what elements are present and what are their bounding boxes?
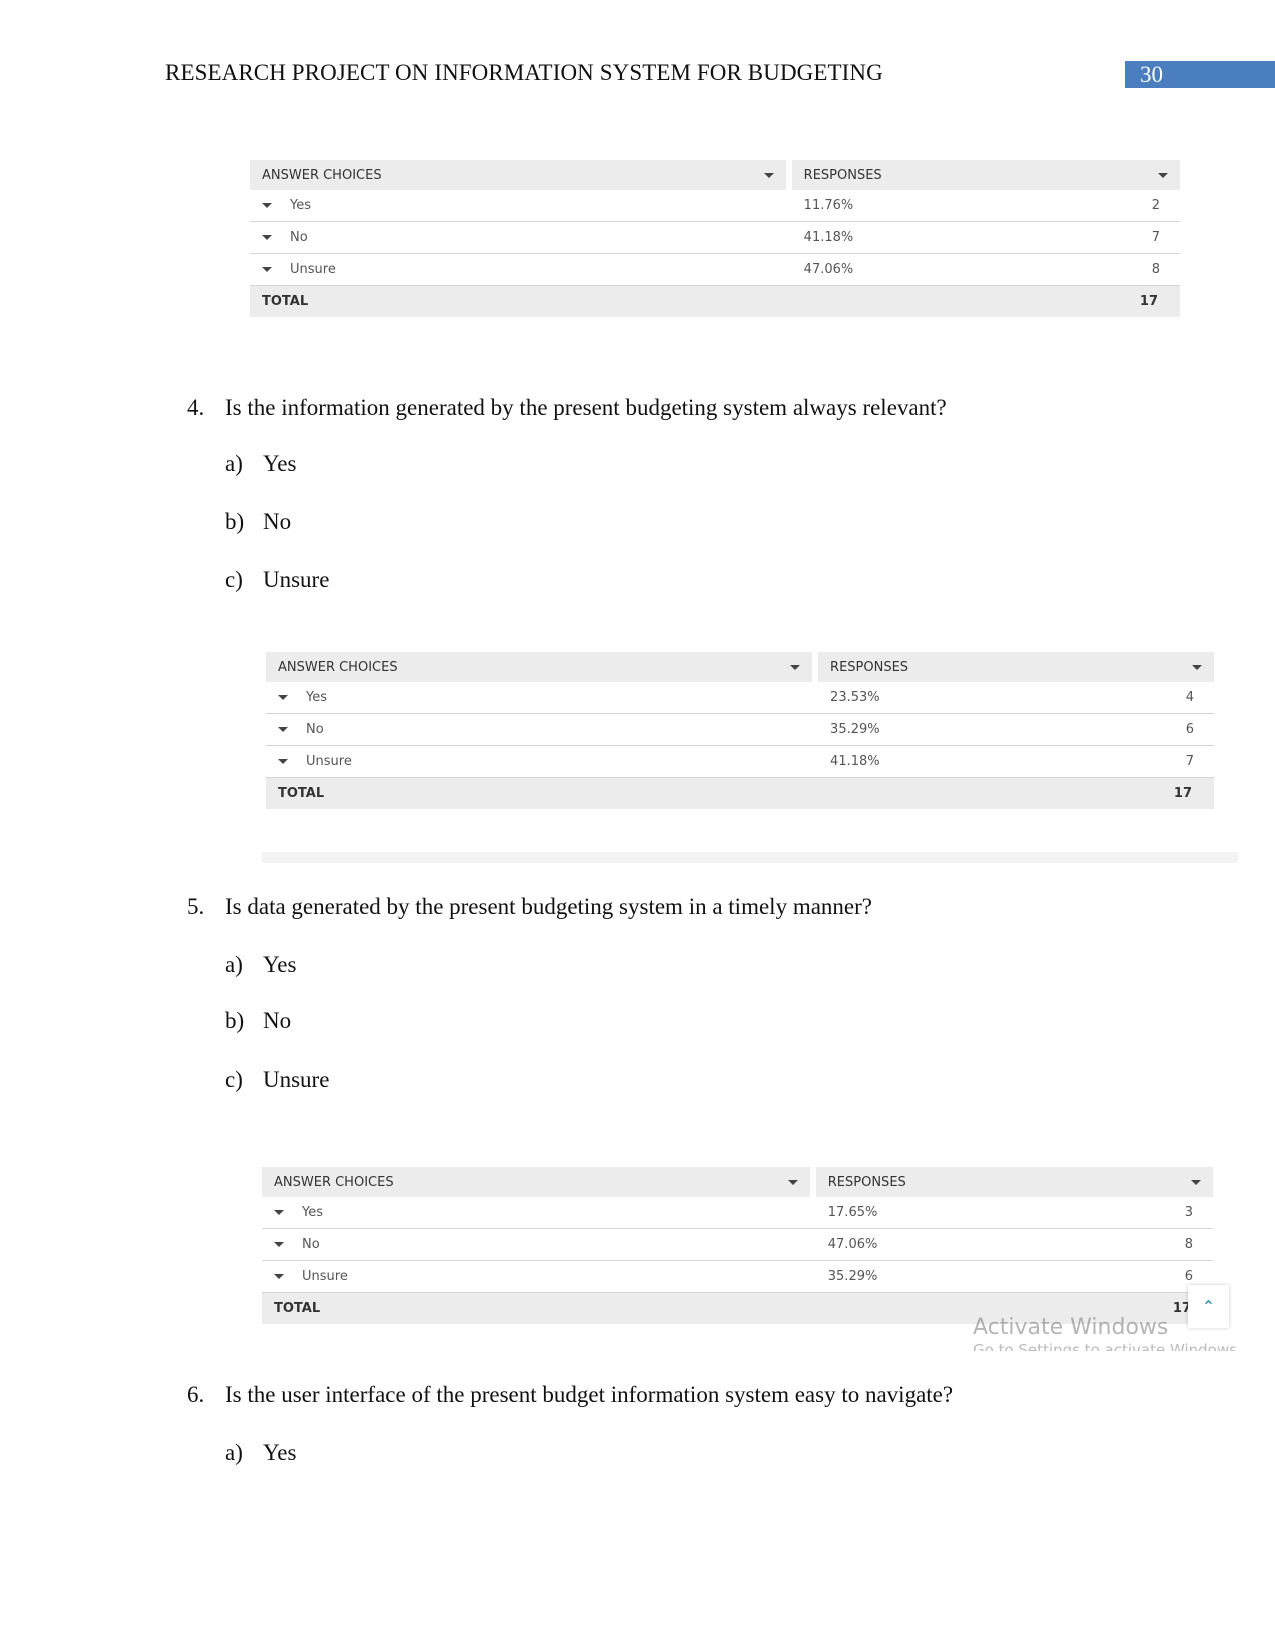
table-row: No 35.29% 6 bbox=[266, 714, 1214, 746]
response-count: 6 bbox=[1185, 722, 1194, 737]
total-count: 17 bbox=[1139, 294, 1158, 309]
caret-down-icon[interactable] bbox=[262, 203, 272, 208]
response-count: 7 bbox=[1185, 754, 1194, 769]
chevron-up-icon: ⌃ bbox=[1201, 1297, 1216, 1316]
response-percent: 41.18% bbox=[830, 754, 880, 769]
caret-down-icon[interactable] bbox=[1192, 664, 1202, 670]
response-count: 6 bbox=[1184, 1269, 1193, 1284]
caret-down-icon[interactable] bbox=[274, 1210, 284, 1215]
table-row: Yes 17.65% 3 bbox=[262, 1197, 1213, 1229]
total-row: TOTAL 17 bbox=[266, 778, 1214, 809]
response-percent: 11.76% bbox=[803, 198, 854, 213]
caret-down-icon[interactable] bbox=[274, 1242, 284, 1247]
activate-windows-watermark: Activate Windows bbox=[973, 1315, 1169, 1340]
answer-option: b) No bbox=[225, 509, 292, 534]
answer-choices-column-header[interactable]: ANSWER CHOICES bbox=[266, 652, 813, 682]
answer-choice: Unsure bbox=[306, 754, 352, 769]
responses-column-header[interactable]: RESPONSES bbox=[818, 652, 1214, 682]
divider-bar bbox=[262, 852, 1238, 863]
table-header: ANSWER CHOICES RESPONSES bbox=[262, 1167, 1213, 1197]
answer-choice: Unsure bbox=[290, 262, 336, 277]
question: 6. Is the user interface of the present b… bbox=[187, 1382, 954, 1407]
caret-down-icon[interactable] bbox=[1191, 1179, 1201, 1185]
response-percent: 47.06% bbox=[827, 1237, 878, 1252]
table-row: Unsure 35.29% 6 bbox=[262, 1261, 1213, 1293]
answer-choice: No bbox=[306, 722, 324, 737]
answer-choice: Yes bbox=[302, 1205, 323, 1220]
table-row: No 41.18% 7 bbox=[250, 222, 1180, 254]
response-table: ANSWER CHOICES RESPONSES Yes 17.65% 3 No… bbox=[262, 1167, 1213, 1324]
caret-down-icon[interactable] bbox=[262, 235, 272, 240]
table-row: Unsure 47.06% 8 bbox=[250, 254, 1180, 286]
response-table: ANSWER CHOICES RESPONSES Yes 23.53% 4 No… bbox=[266, 652, 1214, 809]
response-percent: 35.29% bbox=[827, 1269, 878, 1284]
answer-choices-column-header[interactable]: ANSWER CHOICES bbox=[262, 1167, 810, 1197]
table-row: No 47.06% 8 bbox=[262, 1229, 1213, 1261]
caret-down-icon[interactable] bbox=[278, 727, 288, 732]
total-count: 17 bbox=[1173, 786, 1192, 801]
responses-column-header[interactable]: RESPONSES bbox=[791, 160, 1180, 190]
caret-down-icon[interactable] bbox=[787, 1179, 798, 1185]
caret-down-icon[interactable] bbox=[278, 759, 288, 764]
answer-option: a) Yes bbox=[225, 451, 297, 476]
responses-column-header[interactable]: RESPONSES bbox=[815, 1167, 1213, 1197]
answer-choices-column-header[interactable]: ANSWER CHOICES bbox=[250, 160, 786, 190]
table-header: ANSWER CHOICES RESPONSES bbox=[250, 160, 1180, 190]
caret-down-icon[interactable] bbox=[262, 267, 272, 272]
table-row: Yes 23.53% 4 bbox=[266, 682, 1214, 714]
response-count: 8 bbox=[1184, 1237, 1193, 1252]
caret-down-icon[interactable] bbox=[790, 664, 801, 670]
table-row: Unsure 41.18% 7 bbox=[266, 746, 1214, 778]
response-percent: 47.06% bbox=[803, 262, 854, 277]
response-count: 8 bbox=[1151, 262, 1160, 277]
answer-option: a) Yes bbox=[225, 952, 297, 977]
answer-option: c) Unsure bbox=[225, 567, 330, 592]
caret-down-icon[interactable] bbox=[274, 1274, 284, 1279]
answer-option: b) No bbox=[225, 1008, 292, 1033]
response-percent: 23.53% bbox=[830, 690, 880, 705]
response-count: 2 bbox=[1151, 198, 1160, 213]
running-header: RESEARCH PROJECT ON INFORMATION SYSTEM F… bbox=[165, 60, 883, 85]
activate-windows-subtitle: Go to Settings to activate Windows. bbox=[973, 1343, 1242, 1351]
answer-choice: Yes bbox=[306, 690, 327, 705]
total-row: TOTAL 17 bbox=[250, 286, 1180, 317]
answer-choice: No bbox=[290, 230, 308, 245]
response-count: 3 bbox=[1184, 1205, 1193, 1220]
page-number: 30 bbox=[1125, 61, 1275, 88]
scroll-to-top-button[interactable]: ⌃ bbox=[1188, 1285, 1229, 1328]
caret-down-icon[interactable] bbox=[278, 695, 288, 700]
response-percent: 35.29% bbox=[830, 722, 880, 737]
answer-choice: No bbox=[302, 1237, 320, 1252]
question: 4. Is the information generated by the pr… bbox=[187, 395, 947, 420]
answer-option: a) Yes bbox=[225, 1440, 297, 1465]
caret-down-icon[interactable] bbox=[763, 172, 774, 178]
table-row: Yes 11.76% 2 bbox=[250, 190, 1180, 222]
answer-choice: Yes bbox=[290, 198, 311, 213]
response-percent: 17.65% bbox=[827, 1205, 878, 1220]
response-count: 4 bbox=[1185, 690, 1194, 705]
table-header: ANSWER CHOICES RESPONSES bbox=[266, 652, 1214, 682]
question: 5. Is data generated by the present budge… bbox=[187, 894, 872, 919]
answer-option: c) Unsure bbox=[225, 1067, 330, 1092]
response-table: ANSWER CHOICES RESPONSES Yes 11.76% 2 No… bbox=[250, 160, 1180, 317]
response-count: 7 bbox=[1151, 230, 1160, 245]
response-percent: 41.18% bbox=[803, 230, 854, 245]
answer-choice: Unsure bbox=[302, 1269, 348, 1284]
caret-down-icon[interactable] bbox=[1158, 172, 1168, 178]
